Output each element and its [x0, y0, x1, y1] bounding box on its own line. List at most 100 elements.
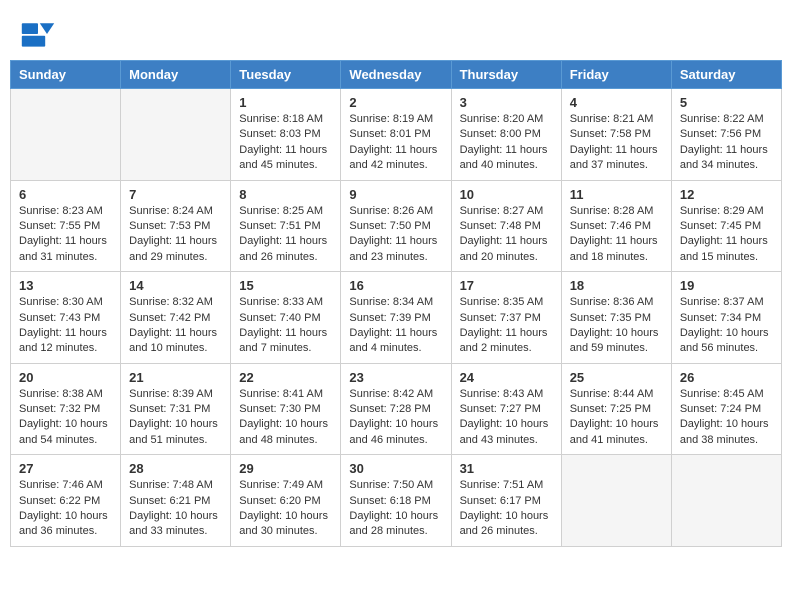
calendar-cell — [121, 89, 231, 181]
logo-icon — [20, 16, 56, 52]
day-number: 20 — [19, 370, 112, 385]
day-number: 26 — [680, 370, 773, 385]
page-header — [0, 0, 792, 60]
calendar-week-row: 1 Sunrise: 8:18 AM Sunset: 8:03 PM Daylig… — [11, 89, 782, 181]
calendar-cell: 2 Sunrise: 8:19 AM Sunset: 8:01 PM Daylig… — [341, 89, 451, 181]
day-info: Sunrise: 8:19 AM Sunset: 8:01 PM Dayligh… — [349, 112, 442, 174]
day-number: 1 — [239, 95, 332, 110]
day-number: 5 — [680, 95, 773, 110]
calendar-cell: 26 Sunrise: 8:45 AM Sunset: 7:24 PM Dayli… — [671, 363, 781, 455]
day-info: Sunrise: 8:37 AM Sunset: 7:34 PM Dayligh… — [680, 295, 773, 357]
day-number: 28 — [129, 461, 222, 476]
calendar-cell: 9 Sunrise: 8:26 AM Sunset: 7:50 PM Daylig… — [341, 180, 451, 272]
day-info: Sunrise: 8:35 AM Sunset: 7:37 PM Dayligh… — [460, 295, 553, 357]
day-info: Sunrise: 8:45 AM Sunset: 7:24 PM Dayligh… — [680, 387, 773, 449]
calendar-cell: 1 Sunrise: 8:18 AM Sunset: 8:03 PM Daylig… — [231, 89, 341, 181]
day-info: Sunrise: 8:28 AM Sunset: 7:46 PM Dayligh… — [570, 204, 663, 266]
day-number: 29 — [239, 461, 332, 476]
column-header-thursday: Thursday — [451, 61, 561, 89]
day-info: Sunrise: 8:25 AM Sunset: 7:51 PM Dayligh… — [239, 204, 332, 266]
day-number: 2 — [349, 95, 442, 110]
calendar-cell: 25 Sunrise: 8:44 AM Sunset: 7:25 PM Dayli… — [561, 363, 671, 455]
calendar-header-row: SundayMondayTuesdayWednesdayThursdayFrid… — [11, 61, 782, 89]
calendar-cell: 18 Sunrise: 8:36 AM Sunset: 7:35 PM Dayli… — [561, 272, 671, 364]
calendar-cell — [11, 89, 121, 181]
calendar-cell: 11Sunrise: 8:28 AM Sunset: 7:46 PM Dayli… — [561, 180, 671, 272]
day-number: 22 — [239, 370, 332, 385]
calendar-cell: 16Sunrise: 8:34 AM Sunset: 7:39 PM Dayli… — [341, 272, 451, 364]
day-info: Sunrise: 8:42 AM Sunset: 7:28 PM Dayligh… — [349, 387, 442, 449]
calendar-cell: 28 Sunrise: 7:48 AM Sunset: 6:21 PM Dayli… — [121, 455, 231, 547]
day-number: 19 — [680, 278, 773, 293]
day-number: 17 — [460, 278, 553, 293]
day-info: Sunrise: 8:29 AM Sunset: 7:45 PM Dayligh… — [680, 204, 773, 266]
day-info: Sunrise: 8:34 AM Sunset: 7:39 PM Dayligh… — [349, 295, 442, 357]
day-info: Sunrise: 8:23 AM Sunset: 7:55 PM Dayligh… — [19, 204, 112, 266]
day-info: Sunrise: 8:36 AM Sunset: 7:35 PM Dayligh… — [570, 295, 663, 357]
day-number: 6 — [19, 187, 112, 202]
day-info: Sunrise: 8:43 AM Sunset: 7:27 PM Dayligh… — [460, 387, 553, 449]
calendar-cell: 3Sunrise: 8:20 AM Sunset: 8:00 PM Daylig… — [451, 89, 561, 181]
calendar-cell: 24 Sunrise: 8:43 AM Sunset: 7:27 PM Dayli… — [451, 363, 561, 455]
day-number: 8 — [239, 187, 332, 202]
column-header-saturday: Saturday — [671, 61, 781, 89]
day-info: Sunrise: 8:38 AM Sunset: 7:32 PM Dayligh… — [19, 387, 112, 449]
day-number: 25 — [570, 370, 663, 385]
day-info: Sunrise: 8:20 AM Sunset: 8:00 PM Dayligh… — [460, 112, 553, 174]
calendar-week-row: 13 Sunrise: 8:30 AM Sunset: 7:43 PM Dayli… — [11, 272, 782, 364]
day-number: 18 — [570, 278, 663, 293]
day-info: Sunrise: 8:24 AM Sunset: 7:53 PM Dayligh… — [129, 204, 222, 266]
calendar-cell: 10 Sunrise: 8:27 AM Sunset: 7:48 PM Dayli… — [451, 180, 561, 272]
calendar-cell: 21 Sunrise: 8:39 AM Sunset: 7:31 PM Dayli… — [121, 363, 231, 455]
calendar-cell: 6 Sunrise: 8:23 AM Sunset: 7:55 PM Daylig… — [11, 180, 121, 272]
logo — [20, 16, 60, 52]
day-number: 21 — [129, 370, 222, 385]
day-info: Sunrise: 8:44 AM Sunset: 7:25 PM Dayligh… — [570, 387, 663, 449]
column-header-friday: Friday — [561, 61, 671, 89]
calendar-cell: 15 Sunrise: 8:33 AM Sunset: 7:40 PM Dayli… — [231, 272, 341, 364]
day-info: Sunrise: 8:32 AM Sunset: 7:42 PM Dayligh… — [129, 295, 222, 357]
day-info: Sunrise: 8:22 AM Sunset: 7:56 PM Dayligh… — [680, 112, 773, 174]
calendar-week-row: 6 Sunrise: 8:23 AM Sunset: 7:55 PM Daylig… — [11, 180, 782, 272]
day-number: 12 — [680, 187, 773, 202]
day-info: Sunrise: 8:41 AM Sunset: 7:30 PM Dayligh… — [239, 387, 332, 449]
calendar-cell: 27Sunrise: 7:46 AM Sunset: 6:22 PM Dayli… — [11, 455, 121, 547]
calendar-cell: 23 Sunrise: 8:42 AM Sunset: 7:28 PM Dayli… — [341, 363, 451, 455]
calendar-cell: 12 Sunrise: 8:29 AM Sunset: 7:45 PM Dayli… — [671, 180, 781, 272]
day-number: 13 — [19, 278, 112, 293]
day-info: Sunrise: 8:33 AM Sunset: 7:40 PM Dayligh… — [239, 295, 332, 357]
day-info: Sunrise: 8:39 AM Sunset: 7:31 PM Dayligh… — [129, 387, 222, 449]
calendar-cell: 30Sunrise: 7:50 AM Sunset: 6:18 PM Dayli… — [341, 455, 451, 547]
day-number: 9 — [349, 187, 442, 202]
day-number: 30 — [349, 461, 442, 476]
day-info: Sunrise: 8:18 AM Sunset: 8:03 PM Dayligh… — [239, 112, 332, 174]
calendar-week-row: 20 Sunrise: 8:38 AM Sunset: 7:32 PM Dayli… — [11, 363, 782, 455]
day-number: 23 — [349, 370, 442, 385]
calendar-cell: 8 Sunrise: 8:25 AM Sunset: 7:51 PM Daylig… — [231, 180, 341, 272]
day-info: Sunrise: 8:27 AM Sunset: 7:48 PM Dayligh… — [460, 204, 553, 266]
column-header-wednesday: Wednesday — [341, 61, 451, 89]
calendar-cell: 20 Sunrise: 8:38 AM Sunset: 7:32 PM Dayli… — [11, 363, 121, 455]
day-number: 27 — [19, 461, 112, 476]
calendar-cell: 17 Sunrise: 8:35 AM Sunset: 7:37 PM Dayli… — [451, 272, 561, 364]
day-info: Sunrise: 8:26 AM Sunset: 7:50 PM Dayligh… — [349, 204, 442, 266]
day-number: 10 — [460, 187, 553, 202]
column-header-sunday: Sunday — [11, 61, 121, 89]
calendar-cell: 19 Sunrise: 8:37 AM Sunset: 7:34 PM Dayli… — [671, 272, 781, 364]
day-number: 14 — [129, 278, 222, 293]
day-info: Sunrise: 7:48 AM Sunset: 6:21 PM Dayligh… — [129, 478, 222, 540]
calendar-cell: 22 Sunrise: 8:41 AM Sunset: 7:30 PM Dayli… — [231, 363, 341, 455]
calendar-cell: 5 Sunrise: 8:22 AM Sunset: 7:56 PM Daylig… — [671, 89, 781, 181]
day-number: 4 — [570, 95, 663, 110]
column-header-tuesday: Tuesday — [231, 61, 341, 89]
calendar-week-row: 27Sunrise: 7:46 AM Sunset: 6:22 PM Dayli… — [11, 455, 782, 547]
calendar-cell: 7Sunrise: 8:24 AM Sunset: 7:53 PM Daylig… — [121, 180, 231, 272]
day-number: 24 — [460, 370, 553, 385]
day-number: 31 — [460, 461, 553, 476]
calendar-container: SundayMondayTuesdayWednesdayThursdayFrid… — [0, 60, 792, 557]
calendar-table: SundayMondayTuesdayWednesdayThursdayFrid… — [10, 60, 782, 547]
calendar-cell: 4Sunrise: 8:21 AM Sunset: 7:58 PM Daylig… — [561, 89, 671, 181]
day-info: Sunrise: 8:30 AM Sunset: 7:43 PM Dayligh… — [19, 295, 112, 357]
day-number: 15 — [239, 278, 332, 293]
calendar-cell — [561, 455, 671, 547]
